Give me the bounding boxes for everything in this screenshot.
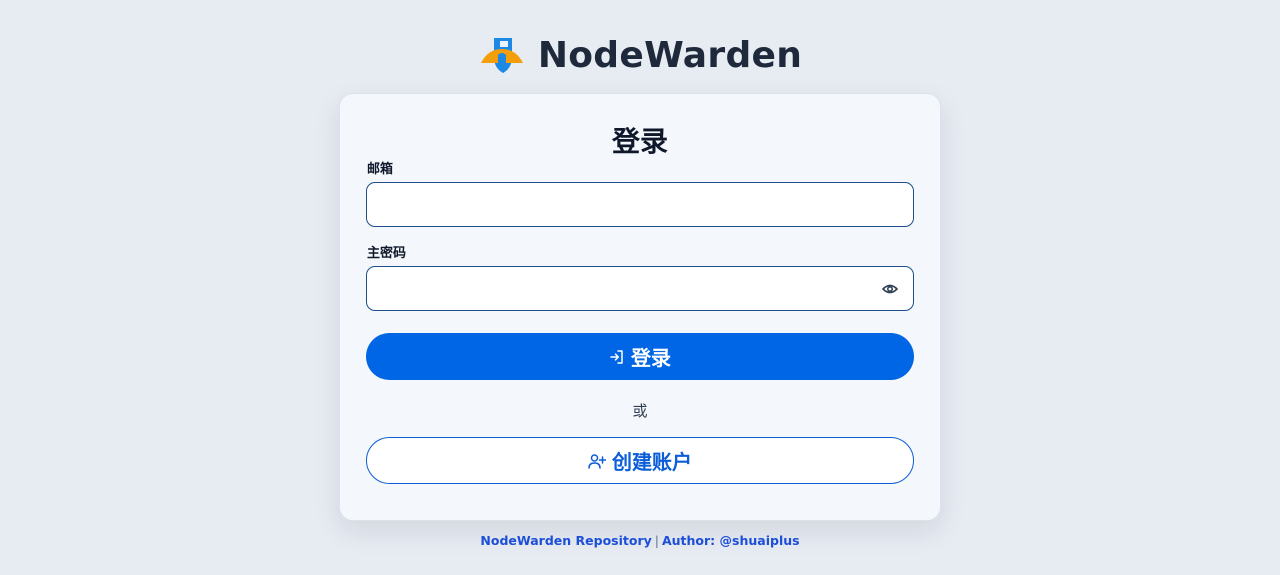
create-account-button[interactable]: 创建账户 (366, 437, 914, 484)
password-label: 主密码 (367, 246, 407, 261)
or-divider: 或 (632, 402, 648, 420)
footer-separator: | (654, 533, 659, 548)
login-title: 登录 (611, 125, 668, 158)
email-field-box (366, 182, 914, 227)
sign-in-icon (610, 349, 623, 364)
author-prefix: Author: (661, 533, 716, 548)
password-field-box (366, 266, 914, 311)
shield-logo-icon (480, 38, 523, 73)
footer: NodeWarden Repository | Author: @shuaiplus (0, 533, 1280, 548)
user-plus-icon (588, 453, 606, 469)
eye-icon[interactable] (879, 279, 901, 299)
login-card: 登录 邮箱 主密码 登录 或 创建账户 (339, 93, 941, 521)
email-input[interactable] (367, 183, 913, 226)
brand-name: NodeWarden (537, 34, 803, 76)
repository-link[interactable]: NodeWarden Repository (480, 533, 651, 548)
create-account-label: 创建账户 (612, 450, 692, 474)
login-button[interactable]: 登录 (366, 333, 914, 380)
brand-header: NodeWarden (0, 30, 1280, 80)
email-label: 邮箱 (367, 162, 394, 177)
author-link[interactable]: @shuaiplus (720, 533, 800, 548)
password-input[interactable] (367, 267, 913, 310)
login-button-label: 登录 (631, 346, 671, 370)
